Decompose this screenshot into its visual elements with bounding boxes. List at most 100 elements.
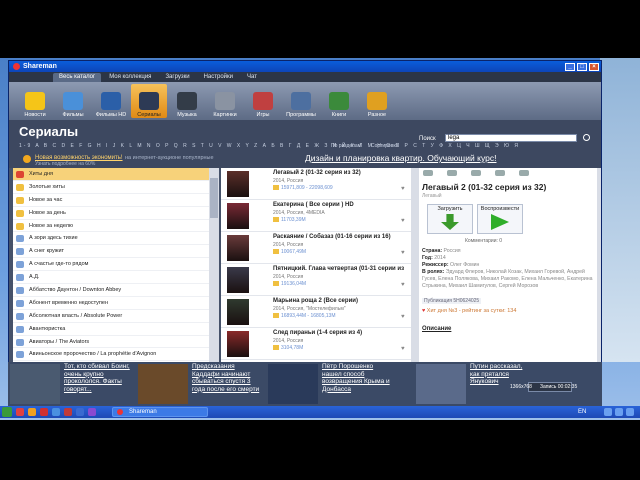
share-icon[interactable]: [495, 170, 505, 176]
news-image: [416, 364, 466, 404]
toolbar-label: Фильмы: [62, 112, 84, 118]
news-item[interactable]: Предсказания Каддафи начинают сбываться …: [136, 362, 262, 406]
sort-button[interactable]: Сортировка: [371, 143, 398, 149]
heart-icon[interactable]: ♥: [401, 282, 405, 288]
list-item[interactable]: Авантюристка: [13, 323, 209, 336]
comments-link[interactable]: Комментарии: 0: [465, 238, 502, 244]
news-headline[interactable]: Предсказания Каддафи начинают сбываться …: [192, 363, 260, 393]
detail-subtitle: Легавый: [422, 193, 442, 199]
tray-icon[interactable]: [604, 408, 612, 416]
download-button[interactable]: Загрузить: [427, 204, 473, 234]
toolbar-button-0[interactable]: Новости: [17, 84, 53, 118]
desktop-right: [600, 58, 640, 362]
close-button[interactable]: ×: [589, 62, 599, 71]
toolbar-button-6[interactable]: Игры: [245, 84, 281, 118]
toolbar-label: Фильмы HD: [95, 112, 127, 118]
list-item[interactable]: Аббатство Даунтон / Downton Abbey: [13, 284, 209, 297]
tray-icon[interactable]: [615, 408, 623, 416]
detail-scrollbar[interactable]: [597, 168, 601, 362]
tray-icon[interactable]: [626, 408, 634, 416]
heart-icon[interactable]: ♥: [401, 346, 405, 352]
tab-collection[interactable]: Моя коллекция: [103, 73, 157, 82]
back-icon[interactable]: [423, 170, 433, 176]
forward-icon[interactable]: [447, 170, 457, 176]
quicklaunch-icon[interactable]: [76, 408, 84, 416]
start-button[interactable]: [2, 407, 12, 417]
toolbar-button-7[interactable]: Программы: [283, 84, 319, 118]
list-item[interactable]: А счастье где-то рядом: [13, 258, 209, 272]
list-scrollbar[interactable]: [209, 168, 219, 362]
play-button[interactable]: Воспроизвести: [477, 204, 523, 234]
poster-image: [227, 267, 249, 293]
quicklaunch-icon[interactable]: [16, 408, 24, 416]
title-bar[interactable]: Shareman _ □ ×: [9, 61, 601, 72]
taskbar-app-button[interactable]: Shareman: [112, 407, 208, 417]
series-row[interactable]: Пятницкий. Глава четвертая (01-31 серии …: [221, 264, 411, 296]
alphabet-filter[interactable]: 1-9 A B C D E F G H I J K L M N O P Q R …: [19, 143, 520, 149]
search-icon[interactable]: [583, 134, 590, 141]
list-item[interactable]: Авиньонское пророчество / La prophétie d…: [13, 348, 209, 362]
list-item[interactable]: А.Д.: [13, 271, 209, 285]
category-toolbar: Новости Фильмы Фильмы HD Сериалы Музыка Карти…: [9, 82, 601, 120]
news-item[interactable]: Тот, кто сбивал Боинг, очень крупно прок…: [8, 362, 134, 406]
list-item[interactable]: А снег кружит: [13, 245, 209, 259]
description-label[interactable]: Описание: [422, 326, 451, 332]
list-item[interactable]: Новое за час: [13, 194, 209, 207]
sort-category-button[interactable]: По разделам: [331, 143, 361, 149]
news-item[interactable]: Путин рассказал, как прятался Янукович: [414, 362, 522, 406]
quicklaunch-icon[interactable]: [28, 408, 36, 416]
toolbar-button-2[interactable]: Фильмы HD: [93, 84, 129, 118]
maximize-button[interactable]: □: [577, 62, 587, 71]
news-headline[interactable]: Тот, кто сбивал Боинг, очень крупно прок…: [64, 363, 132, 393]
language-indicator[interactable]: EN: [578, 409, 586, 415]
news-headline[interactable]: Пётр Порошенко нашел способ возвращения …: [322, 363, 390, 393]
quicklaunch-icon[interactable]: [88, 408, 96, 416]
toolbar-button-5[interactable]: Картинки: [207, 84, 243, 118]
heart-icon[interactable]: ♥: [401, 218, 405, 224]
heart-icon[interactable]: ♥: [401, 314, 405, 320]
rating-value: Хит дня №3 - рейтинг за сутки: 134: [426, 308, 517, 314]
results-scrollbar[interactable]: [411, 168, 419, 362]
list-item[interactable]: Новое за неделю: [13, 220, 209, 233]
list-item[interactable]: А зори здесь тихие: [13, 232, 209, 246]
list-item-label: Авантюристка: [29, 325, 66, 332]
tab-settings[interactable]: Настройки: [198, 73, 239, 82]
search-input[interactable]: lega: [445, 134, 577, 142]
news-icon: [23, 155, 31, 163]
quicklaunch-icon[interactable]: [52, 408, 60, 416]
tab-chat[interactable]: Чат: [241, 73, 263, 82]
minimize-button[interactable]: _: [565, 62, 575, 71]
list-item[interactable]: Авиаторы / The Aviators: [13, 336, 209, 349]
bookmark-icon[interactable]: [471, 170, 481, 176]
series-row[interactable]: Екатерина ( Все серии ) HD 2014, Россия, …: [221, 200, 411, 232]
list-item[interactable]: Золотые хиты: [13, 181, 209, 194]
list-scroll-thumb[interactable]: [210, 178, 218, 218]
list-item[interactable]: Новое за день: [13, 207, 209, 220]
info-icon[interactable]: [519, 170, 529, 176]
heart-icon[interactable]: ♥: [401, 250, 405, 256]
toolbar-button-9[interactable]: Разное: [359, 84, 395, 118]
list-item[interactable]: Абонент временно недоступен: [13, 297, 209, 310]
toolbar-button-4[interactable]: Музыка: [169, 84, 205, 118]
series-row[interactable]: След пираньи (1-4 серия из 4) 2014, Росси…: [221, 328, 411, 360]
toolbar-button-1[interactable]: Фильмы: [55, 84, 91, 118]
series-row[interactable]: Легавый 2 (01-32 серия из 32) 2014, Росси…: [221, 168, 411, 200]
series-icon: [16, 287, 24, 295]
toolbar-button-3[interactable]: Сериалы: [131, 84, 167, 118]
quicklaunch-icon[interactable]: [64, 408, 72, 416]
news-headline[interactable]: Путин рассказал, как прятался Янукович: [470, 363, 530, 386]
news-item[interactable]: Пётр Порошенко нашел способ возвращения …: [266, 362, 392, 406]
tab-catalog[interactable]: Весь каталог: [53, 73, 102, 82]
toolbar-button-8[interactable]: Книги: [321, 84, 357, 118]
ad-banner-link[interactable]: Дизайн и планировка квартир. Обучающий к…: [305, 153, 496, 163]
list-item[interactable]: Абсолютная власть / Absolute Power: [13, 310, 209, 323]
tab-downloads[interactable]: Загрузки: [159, 73, 195, 82]
list-item[interactable]: Хиты дня: [13, 168, 209, 181]
series-row[interactable]: Марьина роща 2 (Все серии) 2014, Россия, …: [221, 296, 411, 328]
recording-time: Запись 00:02:35: [539, 384, 578, 390]
quicklaunch-icon[interactable]: [40, 408, 48, 416]
folder-icon: [273, 185, 279, 190]
series-row[interactable]: Раскаяние / Собазаз (01-16 серии из 16) 2…: [221, 232, 411, 264]
resolution-text: 1366x768: [510, 384, 532, 390]
heart-icon[interactable]: ♥: [401, 186, 405, 192]
